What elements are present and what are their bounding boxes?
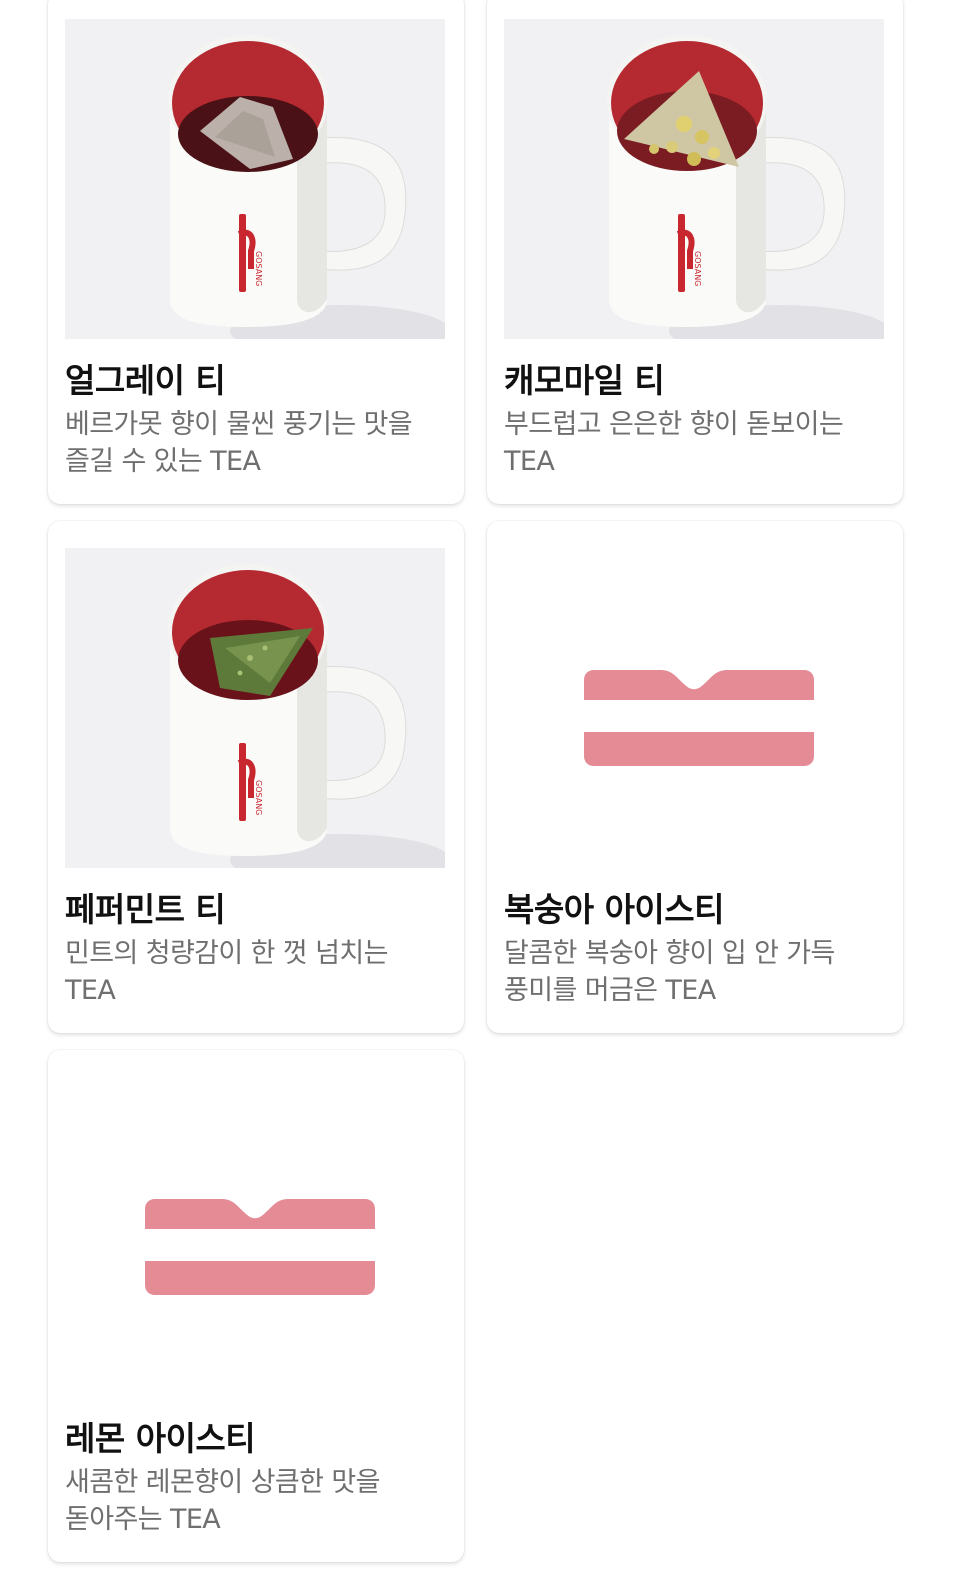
svg-text:GOSANG: GOSANG <box>254 251 263 286</box>
description-line: 부드럽고 은은한 향이 돋보이는 <box>504 409 844 440</box>
product-image-placeholder <box>65 1077 445 1397</box>
brand-logo-placeholder <box>504 548 884 868</box>
product-title: 페퍼민트 티 <box>65 890 226 929</box>
product-title: 복숭아 아이스티 <box>504 890 725 929</box>
description-line: 새콤한 레몬향이 상큼한 맛을 <box>65 1467 380 1498</box>
description-line: TEA <box>504 446 555 477</box>
brand-logo-placeholder <box>65 1077 445 1397</box>
product-image-placeholder <box>504 548 884 868</box>
product-card-chamomile[interactable]: GOSANG 캐모마일 티 부드럽고 은은한 향이 돋보이는 TEA <box>487 0 903 504</box>
description-line: 즐길 수 있는 TEA <box>65 446 261 477</box>
product-description: 달콤한 복숭아 향이 입 안 가득 풍미를 머금은 TEA <box>504 935 884 1009</box>
description-line: 민트의 청량감이 한 껏 넘치는 <box>65 938 388 969</box>
description-line: 돋아주는 TEA <box>65 1504 221 1535</box>
product-title: 얼그레이 티 <box>65 361 226 400</box>
svg-text:GOSANG: GOSANG <box>693 251 702 286</box>
mug-photo: GOSANG <box>65 19 445 339</box>
product-image-peppermint: GOSANG <box>65 548 445 868</box>
svg-text:GOSANG: GOSANG <box>254 780 263 815</box>
product-card-lemon-iced-tea[interactable]: 레몬 아이스티 새콤한 레몬향이 상큼한 맛을 돋아주는 TEA <box>48 1050 464 1562</box>
product-grid: GOSANG 얼그레이 티 베르가못 향이 물씬 풍기는 맛을 즐길 수 있는 … <box>0 0 960 1584</box>
mug-photo: GOSANG <box>65 548 445 868</box>
product-description: 새콤한 레몬향이 상큼한 맛을 돋아주는 TEA <box>65 1464 445 1538</box>
description-line: 풍미를 머금은 TEA <box>504 975 716 1006</box>
product-image-chamomile: GOSANG <box>504 19 884 339</box>
product-card-earl-grey[interactable]: GOSANG 얼그레이 티 베르가못 향이 물씬 풍기는 맛을 즐길 수 있는 … <box>48 0 464 504</box>
product-description: 베르가못 향이 물씬 풍기는 맛을 즐길 수 있는 TEA <box>65 406 445 480</box>
description-line: TEA <box>65 975 116 1006</box>
product-title: 레몬 아이스티 <box>65 1419 256 1458</box>
mug-photo: GOSANG <box>504 19 884 339</box>
description-line: 베르가못 향이 물씬 풍기는 맛을 <box>65 409 413 440</box>
product-description: 민트의 청량감이 한 껏 넘치는 TEA <box>65 935 445 1009</box>
product-description: 부드럽고 은은한 향이 돋보이는 TEA <box>504 406 884 480</box>
product-card-peach-iced-tea[interactable]: 복숭아 아이스티 달콤한 복숭아 향이 입 안 가득 풍미를 머금은 TEA <box>487 521 903 1033</box>
product-title: 캐모마일 티 <box>504 361 665 400</box>
product-image-earl-grey: GOSANG <box>65 19 445 339</box>
product-card-peppermint[interactable]: GOSANG 페퍼민트 티 민트의 청량감이 한 껏 넘치는 TEA <box>48 521 464 1033</box>
description-line: 달콤한 복숭아 향이 입 안 가득 <box>504 938 835 969</box>
